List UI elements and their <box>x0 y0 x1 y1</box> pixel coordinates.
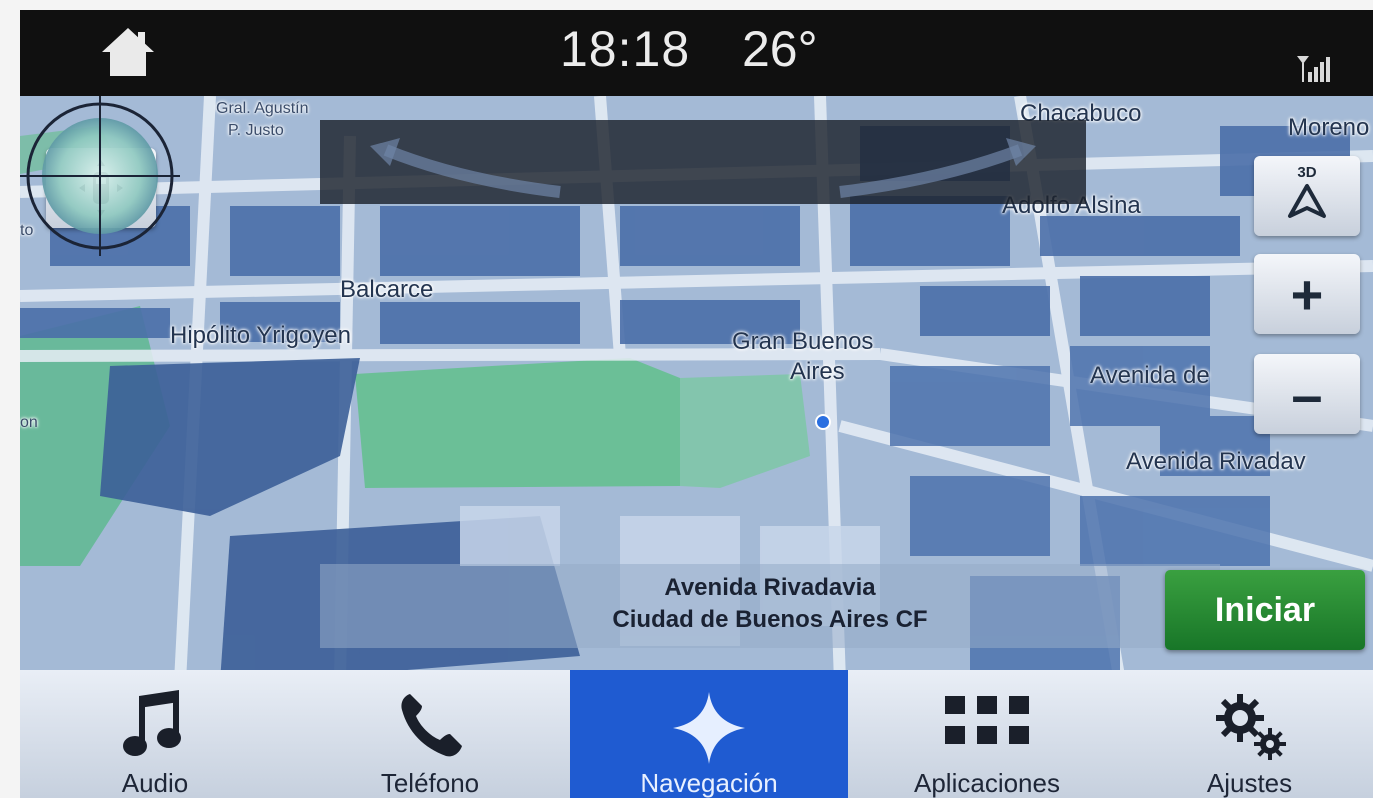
zoom-in-button[interactable]: + <box>1254 254 1360 334</box>
map-label-avenida-de: Avenida de <box>1090 362 1210 389</box>
turn-instruction-banner <box>320 120 1086 204</box>
home-button[interactable] <box>98 24 158 80</box>
map-label-gran-buenos: Gran Buenos <box>732 328 874 355</box>
zoom-out-button[interactable]: – <box>1254 354 1360 434</box>
map-label-balcarce: Balcarce <box>340 276 434 303</box>
bezel-left <box>0 0 20 798</box>
signal-strength-icon <box>1297 56 1330 82</box>
map-label-p-justo: P. Justo <box>228 122 284 139</box>
navigation-map[interactable]: Gral. Agustín P. Justo Chacabuco Moreno … <box>20 96 1373 682</box>
map-label-avenida-rivadav: Avenida Rivadav <box>1126 448 1306 475</box>
nav-label-audio: Audio <box>121 768 189 798</box>
compass-arrow-icon <box>1288 184 1326 218</box>
music-note-icon <box>123 690 181 756</box>
nav-item-navigation[interactable]: Navegación <box>570 670 848 798</box>
destination-street: Avenida Rivadavia <box>664 574 876 601</box>
status-bar: 18:18 26° <box>20 10 1373 96</box>
nav-item-audio[interactable]: Audio <box>20 670 290 798</box>
map-label-aires: Aires <box>790 358 845 385</box>
outside-temperature: 26° <box>742 21 818 77</box>
home-icon <box>102 28 154 76</box>
bottom-navigation-bar: Audio Teléfono Navegación Aplicaciones A… <box>20 670 1373 798</box>
map-cursor-crosshair[interactable] <box>20 96 180 256</box>
settings-gears-icon <box>1215 694 1286 760</box>
navigation-star-icon <box>673 692 745 764</box>
apps-grid-icon <box>945 696 1029 744</box>
nav-label-phone: Teléfono <box>380 768 480 798</box>
nav-label-apps: Aplicaciones <box>914 768 1060 798</box>
nav-item-apps[interactable]: Aplicaciones <box>852 670 1122 798</box>
phone-icon <box>401 694 462 757</box>
bezel-top <box>0 0 1373 10</box>
zoom-in-label: + <box>1290 262 1324 326</box>
infotainment-screen: 18:18 26° Gral. Agustín P. Justo Chacabu… <box>20 10 1373 798</box>
nav-item-settings[interactable]: Ajustes <box>1126 670 1373 798</box>
zoom-out-label: – <box>1291 362 1323 426</box>
nav-label-settings: Ajustes <box>1206 768 1293 798</box>
destination-city: Ciudad de Buenos Aires CF <box>612 606 928 633</box>
nav-label-navigation: Navegación <box>640 768 778 798</box>
map-label-gral-agustin: Gral. Agustín <box>216 100 309 117</box>
destination-address: Avenida Rivadavia Ciudad de Buenos Aires… <box>320 564 1220 648</box>
nav-item-phone[interactable]: Teléfono <box>295 670 565 798</box>
view-3d-button[interactable]: 3D <box>1254 156 1360 236</box>
lane-arrows-icon <box>370 138 1036 198</box>
map-label-hipolito-yrigoyen: Hipólito Yrigoyen <box>170 322 351 349</box>
clock: 18:18 <box>560 21 691 77</box>
map-label-partial-on: on <box>20 414 38 431</box>
start-navigation-button[interactable]: Iniciar <box>1165 570 1365 650</box>
map-label-moreno: Moreno <box>1288 114 1370 141</box>
